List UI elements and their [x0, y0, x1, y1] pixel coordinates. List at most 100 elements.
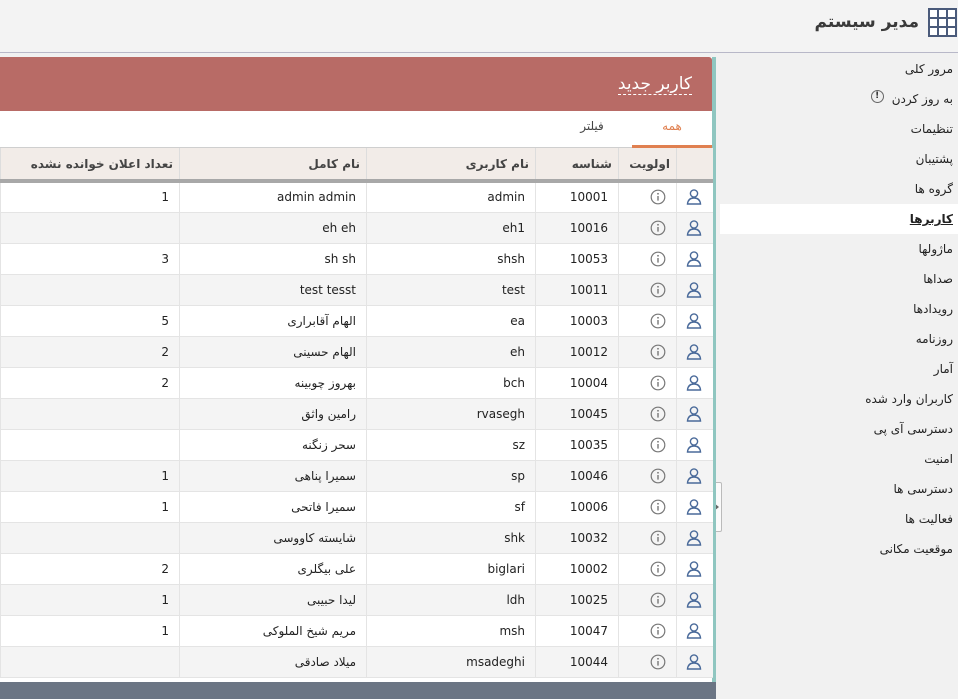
- table-row[interactable]: 10001 admin admin admin 1: [0, 181, 713, 213]
- cell-fullname: الهام آقابراری: [179, 305, 367, 337]
- sidebar-item[interactable]: روزنامه: [720, 324, 958, 354]
- new-user-button[interactable]: کاربر جدید: [617, 75, 692, 95]
- cell-username: sp: [366, 460, 536, 492]
- table-row[interactable]: 10046 sp سمیرا پناهی 1: [0, 460, 713, 492]
- cell-id: 10011: [535, 274, 619, 306]
- user-icon[interactable]: [676, 212, 713, 244]
- user-icon[interactable]: [676, 491, 713, 523]
- sidebar-item[interactable]: گروه ها: [720, 174, 958, 204]
- info-icon[interactable]: [618, 398, 677, 430]
- info-icon[interactable]: [618, 274, 677, 306]
- table-row[interactable]: 10045 rvasegh رامین واثق: [0, 398, 713, 430]
- cell-fullname: مریم شیخ الملوکی: [179, 615, 367, 647]
- user-icon[interactable]: [676, 615, 713, 647]
- info-icon[interactable]: [618, 367, 677, 399]
- user-icon[interactable]: [676, 553, 713, 585]
- sidebar: مرور کلی به روز کردن! تنظیمات پشتیبان گروه ه…: [720, 54, 958, 699]
- user-icon[interactable]: [676, 584, 713, 616]
- tab-all[interactable]: همه: [632, 111, 712, 148]
- sidebar-item[interactable]: کاربرها: [720, 204, 958, 234]
- info-icon[interactable]: [618, 243, 677, 275]
- cell-username: rvasegh: [366, 398, 536, 430]
- sidebar-item[interactable]: دسترسی آی پی: [720, 414, 958, 444]
- info-icon[interactable]: [618, 646, 677, 678]
- info-icon[interactable]: [618, 336, 677, 368]
- table-row[interactable]: 10012 eh الهام حسینی 2: [0, 336, 713, 368]
- grid-logo-icon[interactable]: [928, 8, 957, 37]
- column-header-unread[interactable]: تعداد اعلان خوانده نشده: [0, 148, 180, 183]
- sidebar-item[interactable]: رویدادها: [720, 294, 958, 324]
- info-icon[interactable]: [618, 615, 677, 647]
- cell-id: 10053: [535, 243, 619, 275]
- sidebar-item[interactable]: ماژولها: [720, 234, 958, 264]
- sidebar-item-label: پشتیبان: [915, 152, 953, 166]
- cell-unread: [0, 212, 180, 244]
- table-row[interactable]: 10002 biglari علی بیگلری 2: [0, 553, 713, 585]
- table-row[interactable]: 10032 shk شایسته کاووسی: [0, 522, 713, 554]
- column-header-username[interactable]: نام کاربری: [366, 148, 536, 183]
- user-icon[interactable]: [676, 398, 713, 430]
- user-icon[interactable]: [676, 646, 713, 678]
- cell-id: 10003: [535, 305, 619, 337]
- sidebar-item[interactable]: کاربران وارد شده: [720, 384, 958, 414]
- cell-id: 10002: [535, 553, 619, 585]
- info-icon[interactable]: [618, 460, 677, 492]
- sidebar-item[interactable]: صداها: [720, 264, 958, 294]
- user-icon[interactable]: [676, 243, 713, 275]
- column-header-id[interactable]: شناسه: [535, 148, 619, 183]
- cell-username: bch: [366, 367, 536, 399]
- table-row[interactable]: 10025 ldh لیدا حبیبی 1: [0, 584, 713, 616]
- sidebar-item[interactable]: موقعیت مکانی: [720, 534, 958, 564]
- user-icon[interactable]: [676, 336, 713, 368]
- cell-username: msh: [366, 615, 536, 647]
- sidebar-item[interactable]: تنظیمات: [720, 114, 958, 144]
- user-icon[interactable]: [676, 522, 713, 554]
- tab-filter[interactable]: فیلتر: [552, 111, 632, 148]
- column-header-priority[interactable]: اولویت: [618, 148, 677, 183]
- info-icon[interactable]: [618, 181, 677, 213]
- table-row[interactable]: 10016 eh1 eh eh: [0, 212, 713, 244]
- cell-unread: 1: [0, 460, 180, 492]
- cell-unread: 1: [0, 584, 180, 616]
- user-icon[interactable]: [676, 181, 713, 213]
- info-icon[interactable]: [618, 491, 677, 523]
- sidebar-item-label: فعالیت ها: [904, 512, 953, 526]
- sidebar-item[interactable]: به روز کردن!: [720, 84, 958, 114]
- sidebar-item[interactable]: آمار: [720, 354, 958, 384]
- app-window: مدیر سیستم مرور کلی به روز کردن! تنظیمات پش…: [0, 0, 958, 699]
- table-row[interactable]: 10053 shsh sh sh 3: [0, 243, 713, 275]
- info-icon[interactable]: [618, 429, 677, 461]
- info-icon[interactable]: [618, 212, 677, 244]
- cell-fullname: سحر زنگنه: [179, 429, 367, 461]
- panel-header: کاربر جدید: [0, 57, 712, 111]
- table-row[interactable]: 10006 sf سمیرا فاتحی 1: [0, 491, 713, 523]
- sidebar-item[interactable]: مرور کلی: [720, 54, 958, 84]
- cell-id: 10016: [535, 212, 619, 244]
- sidebar-item-label: به روز کردن: [891, 92, 953, 106]
- sidebar-item[interactable]: امنیت: [720, 444, 958, 474]
- user-icon[interactable]: [676, 305, 713, 337]
- update-alert-icon: !: [870, 90, 884, 103]
- user-icon[interactable]: [676, 460, 713, 492]
- user-icon[interactable]: [676, 429, 713, 461]
- sidebar-item[interactable]: دسترسی ها: [720, 474, 958, 504]
- sidebar-item[interactable]: پشتیبان: [720, 144, 958, 174]
- table-row[interactable]: 10044 msadeghi میلاد صادقی: [0, 646, 713, 678]
- user-icon[interactable]: [676, 274, 713, 306]
- user-icon[interactable]: [676, 367, 713, 399]
- table-row[interactable]: 10035 sz سحر زنگنه: [0, 429, 713, 461]
- info-icon[interactable]: [618, 584, 677, 616]
- table-row[interactable]: 10003 ea الهام آقابراری 5: [0, 305, 713, 337]
- table-row[interactable]: 10004 bch بهروز چوبینه 2: [0, 367, 713, 399]
- sidebar-item-label: تنظیمات: [910, 122, 953, 136]
- cell-unread: 5: [0, 305, 180, 337]
- cell-id: 10012: [535, 336, 619, 368]
- sidebar-item[interactable]: فعالیت ها: [720, 504, 958, 534]
- table-row[interactable]: 10011 test test tesst: [0, 274, 713, 306]
- cell-fullname: eh eh: [179, 212, 367, 244]
- info-icon[interactable]: [618, 553, 677, 585]
- table-row[interactable]: 10047 msh مریم شیخ الملوکی 1: [0, 615, 713, 647]
- info-icon[interactable]: [618, 305, 677, 337]
- column-header-fullname[interactable]: نام کامل: [179, 148, 367, 183]
- info-icon[interactable]: [618, 522, 677, 554]
